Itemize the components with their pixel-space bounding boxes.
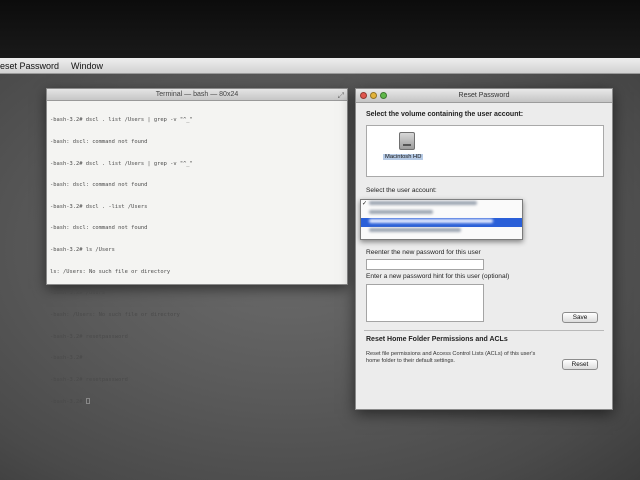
monitor-bezel <box>0 0 640 60</box>
terminal-line: -bash-3.2# dscl . list /Users | grep -v … <box>50 117 193 124</box>
redacted-account-name <box>369 228 461 233</box>
reset-password-titlebar[interactable]: Reset Password <box>356 89 612 103</box>
menu-bar: eset Password Window <box>0 58 640 74</box>
terminal-window[interactable]: Terminal — bash — 80x24 ⤢ -bash-3.2# dsc… <box>46 88 348 405</box>
password-hint-label: Enter a new password hint for this user … <box>366 273 510 280</box>
user-account-option[interactable] <box>361 227 522 236</box>
terminal-line: ls: /Users: No such file or directory <box>50 268 171 275</box>
menu-window[interactable]: Window <box>65 61 109 71</box>
reset-password-window[interactable]: Reset Password Select the volume contain… <box>355 88 613 410</box>
user-account-option[interactable]: ✓ <box>361 200 522 209</box>
terminal-line: -bash-3.2# dscl . -list /Users <box>50 203 148 210</box>
volume-list[interactable]: Macintosh HD <box>366 125 604 177</box>
toolbar-toggle-icon[interactable]: ⤢ <box>338 90 344 102</box>
user-account-option[interactable] <box>361 209 522 218</box>
user-account-option-selected[interactable] <box>361 218 522 227</box>
terminal-output[interactable]: -bash-3.2# dscl . list /Users | grep -v … <box>47 101 347 423</box>
terminal-titlebar[interactable]: Terminal — bash — 80x24 ⤢ <box>47 89 347 101</box>
select-user-label: Select the user account: <box>366 187 437 194</box>
checkmark-icon: ✓ <box>362 201 368 207</box>
terminal-line: -bash-3.2# resetpassword <box>50 376 128 383</box>
terminal-line: -bash-3.2# <box>50 399 86 406</box>
hard-disk-icon[interactable] <box>399 132 415 150</box>
minimize-button-icon[interactable] <box>370 92 377 99</box>
terminal-line: -bash-3.2# resetpassword <box>50 333 128 340</box>
menu-app-name[interactable]: eset Password <box>0 61 65 71</box>
select-volume-label: Select the volume containing the user ac… <box>366 111 524 118</box>
reset-button[interactable]: Reset <box>562 359 598 370</box>
section-divider <box>364 330 604 331</box>
password-hint-field[interactable] <box>366 284 484 322</box>
terminal-line: -bash-3.2# dscl . list /Users | grep -v … <box>50 160 193 167</box>
user-account-popup-menu[interactable]: ✓ <box>360 199 523 240</box>
terminal-prompt-line[interactable]: -bash-3.2# <box>50 398 344 406</box>
text-cursor <box>85 398 90 405</box>
redacted-account-name <box>369 219 493 224</box>
reenter-password-field[interactable] <box>366 259 484 270</box>
terminal-title: Terminal — bash — 80x24 <box>155 91 239 98</box>
terminal-line: -bash: dscl: command not found <box>50 182 148 189</box>
desktop: eset Password Window Terminal — bash — 8… <box>0 58 640 480</box>
terminal-line: -bash-3.2# /Users <box>50 290 106 297</box>
terminal-line: -bash-3.2# ls /Users <box>50 247 115 254</box>
reenter-password-label: Reenter the new password for this user <box>366 249 481 256</box>
close-button-icon[interactable] <box>360 92 367 99</box>
terminal-line: -bash: dscl: command not found <box>50 139 148 146</box>
acl-heading: Reset Home Folder Permissions and ACLs <box>366 336 508 343</box>
window-title: Reset Password <box>458 92 510 99</box>
zoom-button-icon[interactable] <box>380 92 387 99</box>
save-button[interactable]: Save <box>562 312 598 323</box>
terminal-line: -bash-3.2# <box>50 355 83 362</box>
volume-name[interactable]: Macintosh HD <box>383 154 424 160</box>
redacted-account-name <box>369 201 477 206</box>
terminal-line: -bash: /Users: No such file or directory <box>50 311 180 318</box>
terminal-line: -bash: dscl: command not found <box>50 225 148 232</box>
redacted-account-name <box>369 210 433 215</box>
acl-description: Reset file permissions and Access Contro… <box>366 351 536 365</box>
